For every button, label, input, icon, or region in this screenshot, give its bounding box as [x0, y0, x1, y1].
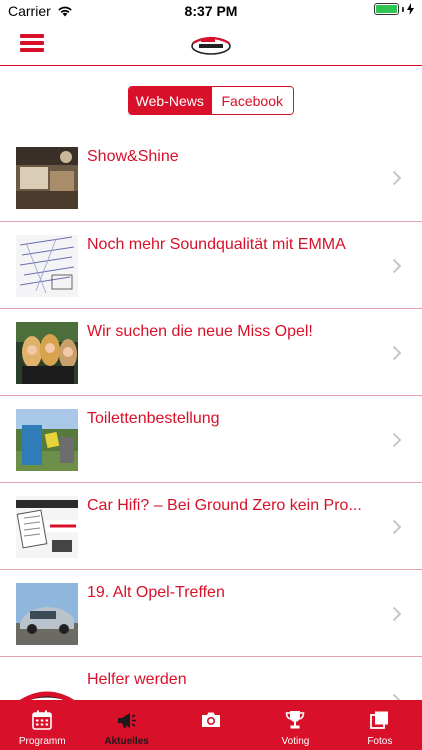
- tab-voting[interactable]: Voting: [253, 700, 337, 750]
- models-thumbnail: [16, 322, 78, 384]
- news-source-segmented-control: Web-News Facebook: [128, 86, 294, 115]
- car-interior-thumbnail: [16, 147, 78, 209]
- tab-camera[interactable]: [169, 700, 253, 750]
- tab-programm[interactable]: Programm: [0, 700, 84, 750]
- camera-icon: [202, 712, 221, 727]
- tab-bar: Programm Aktuelles Voting Fotos: [0, 700, 422, 750]
- chevron-right-icon: [392, 519, 402, 535]
- toilet-thumbnail: [16, 409, 78, 471]
- news-row-show-shine[interactable]: Show&Shine: [0, 134, 422, 221]
- document-scan-thumbnail: [16, 235, 78, 297]
- news-row-ground-zero[interactable]: Car Hifi? – Bei Ground Zero kein Pro...: [0, 482, 422, 569]
- tab-label: Aktuelles: [104, 736, 149, 747]
- segment-web-news[interactable]: Web-News: [129, 87, 211, 114]
- trophy-icon: [286, 711, 305, 729]
- photos-icon: [369, 711, 388, 729]
- charging-bolt-icon: [407, 3, 414, 15]
- news-title: Toilettenbestellung: [87, 410, 220, 427]
- news-title: 19. Alt Opel-Treffen: [87, 584, 225, 601]
- hamburger-menu-icon[interactable]: [20, 34, 44, 52]
- oldtimer-treffen-logo: [191, 36, 231, 55]
- chevron-right-icon: [392, 170, 402, 186]
- tab-label: Voting: [281, 736, 310, 747]
- megaphone-icon: [117, 713, 136, 728]
- status-bar: Carrier 8:37 PM: [0, 0, 422, 22]
- news-row-alt-opel-treffen[interactable]: 19. Alt Opel-Treffen: [0, 569, 422, 656]
- app-screen: Carrier 8:37 PM Web-News Facebook Show&S…: [0, 0, 422, 750]
- news-title: Show&Shine: [87, 148, 179, 165]
- news-title: Helfer werden: [87, 671, 187, 688]
- tab-aktuelles[interactable]: Aktuelles: [84, 700, 168, 750]
- chevron-right-icon: [392, 258, 402, 274]
- news-row-miss-opel[interactable]: Wir suchen die neue Miss Opel!: [0, 308, 422, 395]
- news-row-emma[interactable]: Noch mehr Soundqualität mit EMMA: [0, 221, 422, 308]
- news-row-toiletten[interactable]: Toilettenbestellung: [0, 395, 422, 482]
- clock: 8:37 PM: [184, 3, 238, 19]
- chevron-right-icon: [392, 432, 402, 448]
- battery-icon: [374, 3, 399, 15]
- news-title: Noch mehr Soundqualität mit EMMA: [87, 236, 346, 253]
- tab-label: Programm: [18, 736, 66, 747]
- classic-car-thumbnail: [16, 583, 78, 645]
- tab-fotos[interactable]: Fotos: [338, 700, 422, 750]
- ground-zero-thumbnail: [16, 496, 78, 558]
- chevron-right-icon: [392, 606, 402, 622]
- calendar-icon: [32, 710, 53, 730]
- tab-label: Fotos: [367, 736, 393, 747]
- battery-indicator: [374, 3, 414, 15]
- news-list: Show&Shine Noch mehr Soundqualität mit E…: [0, 134, 422, 743]
- navigation-bar: [0, 22, 422, 66]
- chevron-right-icon: [392, 345, 402, 361]
- news-title: Wir suchen die neue Miss Opel!: [87, 323, 313, 340]
- segment-facebook[interactable]: Facebook: [210, 87, 293, 114]
- news-title: Car Hifi? – Bei Ground Zero kein Pro...: [87, 497, 362, 514]
